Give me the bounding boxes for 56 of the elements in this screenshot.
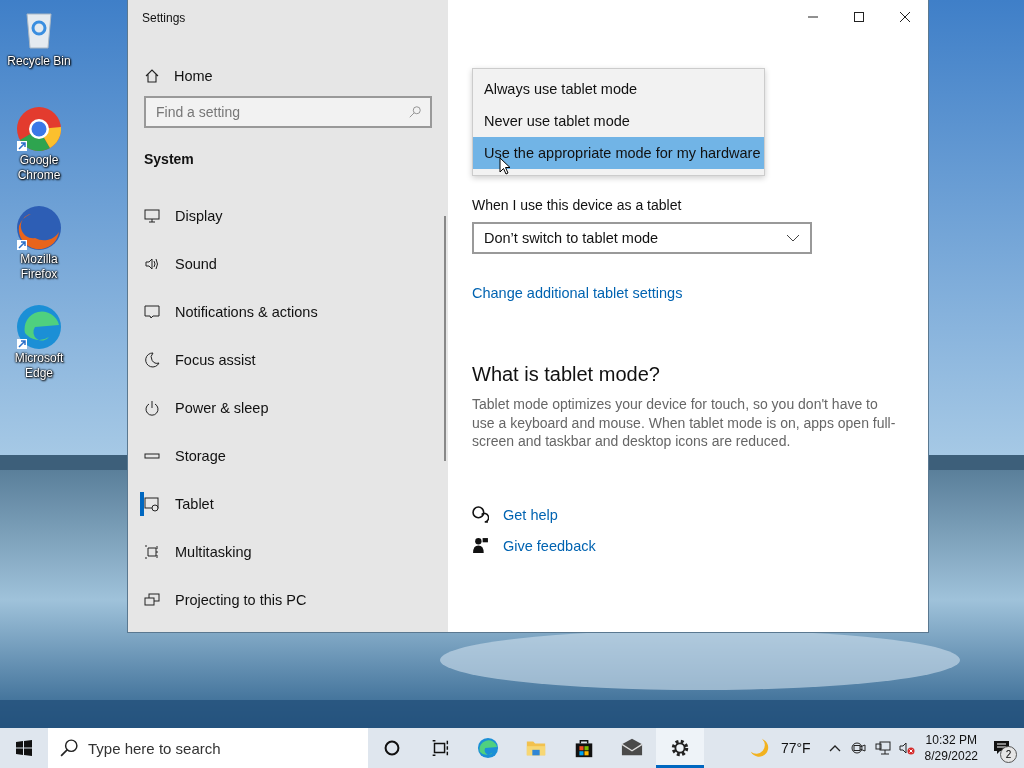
field-label: When I use this device as a tablet [472, 197, 682, 213]
sidebar-item[interactable]: Display [144, 192, 223, 240]
sidebar-item[interactable]: Power & sleep [144, 384, 269, 432]
search-icon [408, 105, 422, 119]
taskbar-search-field[interactable]: Type here to search [48, 728, 368, 768]
focus-icon [144, 352, 160, 368]
tablet-icon [144, 496, 160, 512]
windows-logo-icon[interactable] [16, 740, 32, 756]
dropdown-option[interactable]: Never use tablet mode [473, 105, 764, 137]
multitasking-icon [144, 544, 160, 560]
clock[interactable]: 10:32 PM 8/29/2022 [924, 732, 978, 764]
sidebar-item[interactable]: Sound [144, 240, 217, 288]
projecting-icon [144, 592, 160, 608]
maximize-icon[interactable] [853, 11, 865, 23]
display-icon [144, 208, 160, 224]
section-heading: System [144, 151, 194, 167]
search-field[interactable]: Find a setting [144, 96, 432, 128]
browser-icon[interactable] [15, 204, 63, 252]
person-icon [472, 537, 489, 554]
sidebar-item[interactable]: Notifications & actions [144, 288, 318, 336]
weather-temperature[interactable]: 77°F [780, 740, 811, 756]
sidebar-item[interactable]: Multitasking [144, 528, 252, 576]
chat-bubbles-icon [472, 506, 489, 523]
sidebar-item[interactable]: Projecting to this PC [144, 576, 307, 624]
home-icon [144, 68, 160, 84]
tablet-mode-dropdown[interactable]: Don’t switch to tablet mode [472, 222, 812, 254]
desktop-icon-label[interactable]: Recycle Bin [6, 54, 72, 69]
notifications-icon [144, 304, 160, 320]
sidebar-item[interactable]: Storage [144, 432, 226, 480]
browser-icon[interactable] [15, 105, 63, 153]
close-icon[interactable] [899, 11, 911, 23]
help-link[interactable]: Give feedback [503, 537, 596, 554]
scrollbar[interactable] [444, 216, 446, 461]
mouse-pointer-icon [499, 157, 511, 175]
camera-icon[interactable] [850, 740, 867, 756]
section-heading: What is tablet mode? [472, 363, 660, 386]
description-text: Tablet mode optimizes your device for touch, so you don't have to use a keyboard and mouse. When tablet mode is on, apps open full-screen and taskbar and desktop icons are reduced. [472, 395, 897, 451]
muted-speaker-icon[interactable] [898, 740, 915, 756]
notification-count: 2 [1000, 746, 1017, 763]
chevron-down-icon [786, 234, 800, 242]
taskbar-app[interactable] [656, 728, 704, 768]
home-link[interactable]: Home [144, 64, 213, 88]
gear-icon [669, 737, 691, 759]
browser-icon[interactable] [15, 303, 63, 351]
search-icon [60, 739, 78, 757]
window-title: Settings [142, 11, 187, 25]
browser-icon [477, 737, 499, 759]
network-icon[interactable] [874, 740, 891, 756]
dropdown-option[interactable]: Always use tablet mode [473, 73, 764, 105]
shopping-bag-icon [573, 737, 595, 759]
dropdown-option[interactable]: Use the appropriate mode for my hardware [473, 137, 764, 169]
sidebar-item[interactable]: Focus assist [144, 336, 256, 384]
power-icon [144, 400, 160, 416]
sound-icon [144, 256, 160, 272]
settings-link[interactable]: Change additional tablet settings [472, 285, 683, 301]
help-link[interactable]: Get help [503, 506, 558, 523]
